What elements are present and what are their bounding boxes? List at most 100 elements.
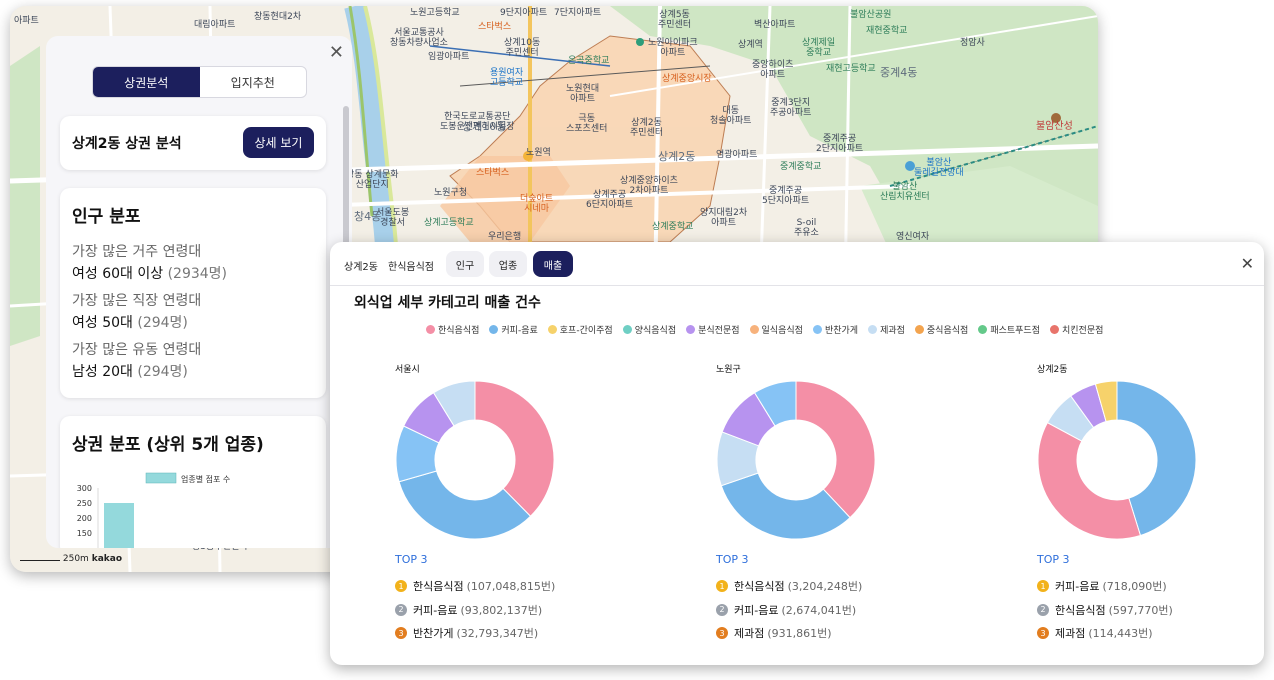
map-label: 대동 청솔아파트: [710, 106, 752, 126]
top3-name: 한식음식점: [413, 580, 464, 593]
donut-block-nowon: 노원구 TOP 3 1 한식음식점 (3,204,248번) 2 커피-음료 (2,674…: [716, 362, 956, 652]
donut-block-sanggye2: 상계2동 TOP 3 1 커피-음료 (718,090번) 2 한식음식점 (597,77…: [1037, 362, 1264, 652]
top3-value: (93,802,137번): [460, 603, 543, 617]
y-tick-label: 250: [77, 499, 92, 508]
top3-label: TOP 3: [716, 553, 749, 566]
top3-row: 2 커피-음료 (93,802,137번): [395, 602, 542, 618]
legend-label: 치킨전문점: [1062, 326, 1104, 336]
donut-block-seoul: 서울시 TOP 3 1 한식음식점 (107,048,815번) 2 커피-음료 (93,…: [395, 362, 635, 652]
top3-value: (3,204,248번): [787, 580, 863, 593]
top3-value: (32,793,347번): [456, 627, 539, 640]
map-label: 중계중학교: [780, 162, 822, 172]
donut-slice-한식음식점[interactable]: [795, 380, 876, 519]
top3-row: 3 반찬가게 (32,793,347번): [395, 625, 538, 641]
population-question: 가장 많은 직장 연령대: [72, 293, 202, 309]
donut-slice-한식음식점[interactable]: [474, 380, 555, 517]
legend-label: 패스트푸드점: [990, 326, 1040, 336]
legend-item: 패스트푸드점: [978, 323, 1040, 336]
top3-row: 3 제과점 (114,443번): [1037, 625, 1153, 641]
map-label: 우리은행: [488, 232, 522, 242]
map-label: 상계제일 중학교: [802, 38, 836, 58]
top3-label: TOP 3: [1037, 553, 1070, 566]
population-count: (294명): [137, 315, 188, 331]
population-question: 가장 많은 유동 연령대: [72, 342, 202, 358]
map-label: 상계고등학교: [424, 218, 474, 228]
top3-value: (597,770번): [1108, 603, 1173, 617]
map-label: 창동현대2차: [254, 12, 302, 22]
map-label: 재현고등학교: [826, 64, 876, 74]
top3-value: (2,674,041번): [781, 603, 857, 617]
map-label: 상계중학교: [652, 222, 694, 232]
map-label: 대림아파트: [194, 20, 236, 30]
map-label: 스타벅스: [478, 22, 512, 32]
top3-name: 한식음식점: [1055, 603, 1106, 617]
donut-chart-seoul: [395, 380, 555, 540]
top3-row: 1 한식음식점 (107,048,815번): [395, 578, 555, 594]
map-label: 중계주공 2단지아파트: [816, 134, 864, 154]
map-label: 창동 상계문화 산업단지: [346, 170, 399, 190]
map-label: 한국도로교통공단 도봉운전면허시험장: [440, 112, 515, 132]
legend-swatch: [145, 472, 177, 484]
tab-sales[interactable]: 매출: [533, 251, 573, 277]
map-label: 양지대림2차 아파트: [700, 208, 748, 228]
legend-item: 중식음식점: [914, 323, 968, 336]
map-label: S-oil 주유소: [794, 218, 819, 238]
top3-value: (931,861번): [767, 627, 832, 640]
population-question: 가장 많은 거주 연령대: [72, 244, 202, 260]
legend-dot: [749, 325, 759, 334]
population-count: (2934명): [167, 266, 228, 282]
map-label: 정암사: [960, 38, 985, 48]
donut-slice-한식음식점[interactable]: [1037, 421, 1142, 540]
legend-label: 제과점: [880, 326, 905, 336]
chart-region-name: 서울시: [395, 365, 420, 375]
map-label: 상계중앙시장: [662, 74, 712, 84]
legend-dot: [547, 325, 557, 334]
population-heading: 인구 분포: [72, 207, 141, 227]
map-label: 재현중학교: [866, 26, 908, 36]
detail-view-button[interactable]: 상세 보기: [243, 127, 314, 158]
legend-item: 일식음식점: [749, 323, 803, 336]
scrollbar[interactable]: [343, 106, 349, 246]
rank-badge: 2: [716, 603, 728, 616]
chart-region-name: 노원구: [716, 365, 741, 375]
close-icon[interactable]: ✕: [329, 42, 344, 63]
rank-badge: 1: [716, 580, 728, 592]
map-label: 불암산성: [1036, 121, 1073, 132]
map-label: 상계주공 6단지아파트: [586, 190, 634, 210]
map-label: 아파트: [14, 16, 39, 26]
map-label: 창4동: [354, 210, 382, 223]
rank-badge: 3: [1037, 627, 1049, 639]
breadcrumb-region[interactable]: 상계2동: [344, 258, 378, 273]
map-label: 9단지아파트: [500, 8, 548, 18]
rank-badge: 1: [395, 580, 407, 592]
top3-name: 반찬가게: [413, 627, 454, 640]
legend-label: 일식음식점: [761, 326, 803, 336]
legend-item: 호프-간이주점: [547, 323, 613, 336]
rank-badge: 3: [716, 627, 728, 639]
legend-item: 반찬가게: [812, 323, 858, 336]
scale-label: 250m: [62, 554, 89, 564]
population-answer: 여성 50대 (294명): [72, 315, 188, 331]
legend-item: 한식음식점: [426, 323, 479, 336]
breadcrumb-category[interactable]: 한식음식점: [388, 258, 434, 273]
legend-dot: [426, 325, 435, 334]
rank-badge: 2: [395, 603, 407, 616]
population-answer: 여성 60대 이상 (2934명): [72, 266, 228, 282]
tab-market-analysis[interactable]: 상권분석: [93, 67, 200, 97]
map-label: 벽산아파트: [754, 20, 796, 30]
business-bar-chart: 업종별 점포 수 300 250 200 150: [77, 472, 230, 548]
map-label: 노원구청: [434, 188, 468, 198]
legend-label: 한식음식점: [438, 326, 480, 336]
top3-row: 2 한식음식점 (597,770번): [1037, 602, 1173, 618]
population-card: 인구 분포 가장 많은 거주 연령대 여성 60대 이상 (2934명) 가장 …: [60, 188, 326, 398]
top3-row: 2 커피-음료 (2,674,041번): [716, 602, 856, 618]
close-icon[interactable]: ✕: [1241, 254, 1254, 273]
sales-chart-window: 상계2동 한식음식점 인구 업종 매출 ✕ 외식업 세부 카테고리 매출 건수 …: [330, 242, 1264, 665]
legend-dot: [914, 325, 924, 334]
map-label: 불암산공원: [850, 10, 892, 20]
map-label: 중앙하이츠 아파트: [752, 60, 794, 80]
tab-population[interactable]: 인구: [446, 251, 484, 277]
map-label: 상계2동 주민센터: [630, 118, 664, 138]
tab-location-recommendation[interactable]: 입지추천: [200, 67, 307, 97]
tab-business[interactable]: 업종: [489, 251, 527, 277]
